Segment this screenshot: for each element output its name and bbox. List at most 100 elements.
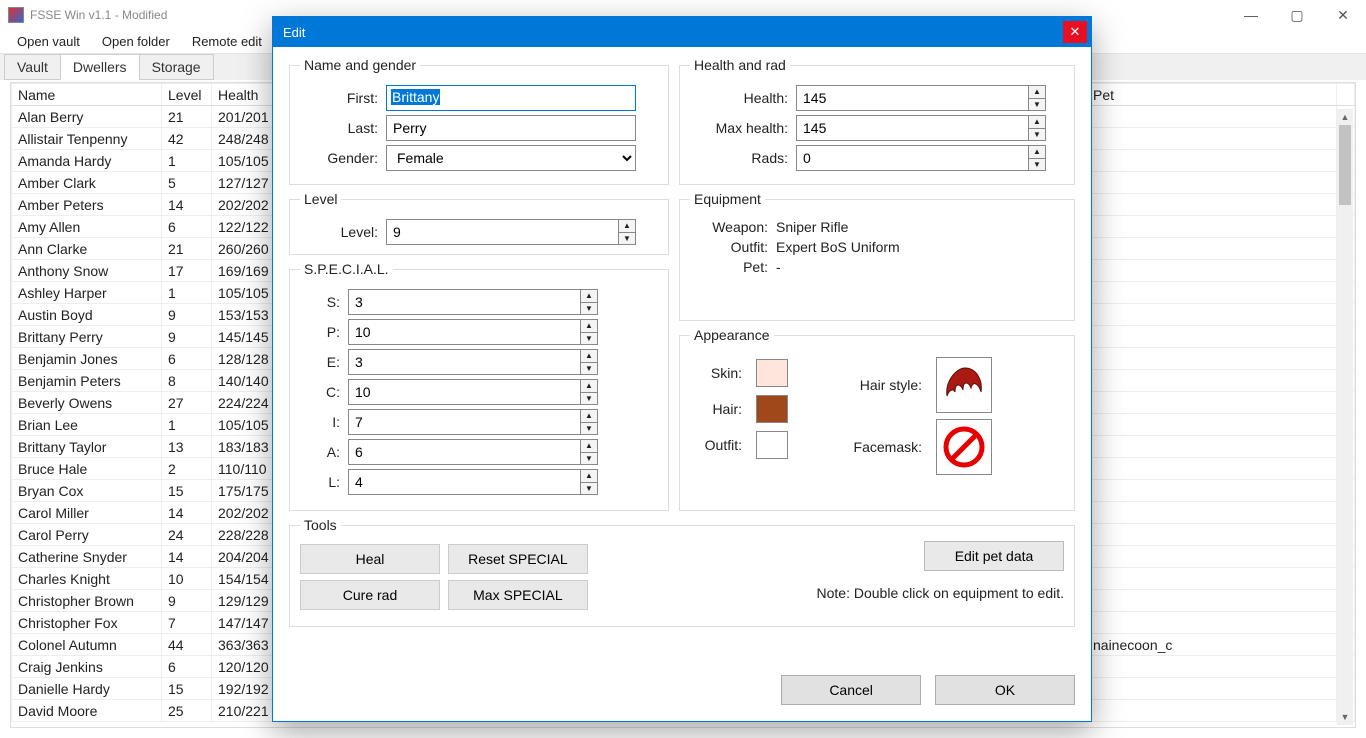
cell-health: 128/128 <box>212 348 278 370</box>
cell-health: 248/248 <box>212 128 278 150</box>
special-l[interactable]: ▲▼ <box>348 469 598 495</box>
hair-style-icon <box>941 362 987 408</box>
cell-health: 224/224 <box>212 392 278 414</box>
cell-name: Craig Jenkins <box>12 656 162 678</box>
cell-level: 9 <box>162 304 212 326</box>
health-spinner[interactable]: ▲▼ <box>796 85 1046 111</box>
facemask-swatch[interactable] <box>936 419 992 475</box>
menu-open-folder[interactable]: Open folder <box>91 31 181 52</box>
cell-level: 27 <box>162 392 212 414</box>
maximize-button[interactable]: ▢ <box>1274 0 1320 30</box>
header-health[interactable]: Health <box>212 84 278 106</box>
equipment-outfit[interactable]: Expert BoS Uniform <box>776 239 900 255</box>
special-e[interactable]: ▲▼ <box>348 349 598 375</box>
equipment-weapon[interactable]: Sniper Rifle <box>776 219 848 235</box>
rads-spinner[interactable]: ▲▼ <box>796 145 1046 171</box>
header-name[interactable]: Name <box>12 84 162 106</box>
hair-style-swatch[interactable] <box>936 357 992 413</box>
cell-pet <box>1087 282 1337 304</box>
max-special-button[interactable]: Max SPECIAL <box>448 580 588 610</box>
cell-pet <box>1087 150 1337 172</box>
label-outfit-color: Outfit: <box>690 437 750 453</box>
label-skin: Skin: <box>690 365 750 381</box>
label-max-health: Max health: <box>690 120 796 136</box>
special-a[interactable]: ▲▼ <box>348 439 598 465</box>
spin-down-icon[interactable]: ▼ <box>619 233 635 245</box>
cell-pet <box>1087 216 1337 238</box>
cure-rad-button[interactable]: Cure rad <box>300 580 440 610</box>
minimize-button[interactable]: — <box>1228 0 1274 30</box>
hair-swatch[interactable] <box>756 395 788 423</box>
special-s[interactable]: ▲▼ <box>348 289 598 315</box>
reset-special-button[interactable]: Reset SPECIAL <box>448 544 588 574</box>
cell-name: Colonel Autumn <box>12 634 162 656</box>
cell-health: 210/221 <box>212 700 278 722</box>
cell-name: Catherine Snyder <box>12 546 162 568</box>
menu-remote-edit[interactable]: Remote edit <box>181 31 273 52</box>
cell-pet <box>1087 700 1337 722</box>
cell-health: 145/145 <box>212 326 278 348</box>
tab-storage[interactable]: Storage <box>139 54 214 80</box>
cell-pet <box>1087 524 1337 546</box>
header-pet[interactable]: Pet <box>1087 84 1337 106</box>
group-health-rad: Health and rad Health:▲▼ Max health:▲▼ R… <box>679 57 1075 185</box>
cell-health: 127/127 <box>212 172 278 194</box>
group-name-gender: Name and gender First: Brittany Last: Ge… <box>289 57 669 185</box>
cell-health: 202/202 <box>212 502 278 524</box>
group-special: S.P.E.C.I.A.L. S:▲▼ P:▲▼ E:▲▼ C:▲▼ I:▲▼ … <box>289 261 669 511</box>
cell-pet: nainecoon_c <box>1087 634 1337 656</box>
spin-up-icon[interactable]: ▲ <box>619 220 635 233</box>
label-p: P: <box>300 324 348 340</box>
cell-pet <box>1087 128 1337 150</box>
cell-level: 14 <box>162 194 212 216</box>
cell-pet <box>1087 414 1337 436</box>
cell-level: 17 <box>162 260 212 282</box>
last-name-input[interactable] <box>386 115 636 141</box>
special-p[interactable]: ▲▼ <box>348 319 598 345</box>
label-i: I: <box>300 414 348 430</box>
label-rads: Rads: <box>690 150 796 166</box>
heal-button[interactable]: Heal <box>300 544 440 574</box>
cell-level: 2 <box>162 458 212 480</box>
tab-vault[interactable]: Vault <box>4 54 61 80</box>
cell-health: 228/228 <box>212 524 278 546</box>
cell-name: Amy Allen <box>12 216 162 238</box>
legend-level: Level <box>300 191 341 207</box>
window-close-button[interactable]: ✕ <box>1320 0 1366 30</box>
menu-open-vault[interactable]: Open vault <box>6 31 91 52</box>
table-scrollbar[interactable]: ▲ ▼ <box>1337 109 1353 725</box>
skin-swatch[interactable] <box>756 359 788 387</box>
cell-health: 363/363 <box>212 634 278 656</box>
special-c[interactable]: ▲▼ <box>348 379 598 405</box>
dialog-titlebar[interactable]: Edit ✕ <box>273 17 1091 47</box>
cancel-button[interactable]: Cancel <box>781 675 921 705</box>
dialog-close-button[interactable]: ✕ <box>1063 21 1087 43</box>
legend-name-gender: Name and gender <box>300 57 420 73</box>
tab-dwellers[interactable]: Dwellers <box>60 54 140 80</box>
scroll-thumb[interactable] <box>1339 125 1351 205</box>
label-weapon: Weapon: <box>690 219 776 235</box>
label-outfit: Outfit: <box>690 239 776 255</box>
cell-health: 260/260 <box>212 238 278 260</box>
cell-pet <box>1087 656 1337 678</box>
cell-level: 1 <box>162 414 212 436</box>
cell-level: 24 <box>162 524 212 546</box>
level-spinner[interactable]: ▲▼ <box>386 219 636 245</box>
cell-level: 21 <box>162 106 212 128</box>
ok-button[interactable]: OK <box>935 675 1075 705</box>
first-name-selection: Brittany <box>391 89 440 105</box>
header-level[interactable]: Level <box>162 84 212 106</box>
equipment-pet[interactable]: - <box>776 259 781 275</box>
cell-level: 1 <box>162 282 212 304</box>
special-i[interactable]: ▲▼ <box>348 409 598 435</box>
outfit-swatch[interactable] <box>756 431 788 459</box>
cell-name: David Moore <box>12 700 162 722</box>
max-health-spinner[interactable]: ▲▼ <box>796 115 1046 141</box>
scroll-up-icon[interactable]: ▲ <box>1337 109 1353 125</box>
gender-select[interactable]: Female <box>386 145 636 171</box>
cell-pet <box>1087 238 1337 260</box>
legend-appearance: Appearance <box>690 327 774 343</box>
scroll-down-icon[interactable]: ▼ <box>1337 709 1353 725</box>
cell-pet <box>1087 612 1337 634</box>
edit-pet-data-button[interactable]: Edit pet data <box>924 541 1064 571</box>
